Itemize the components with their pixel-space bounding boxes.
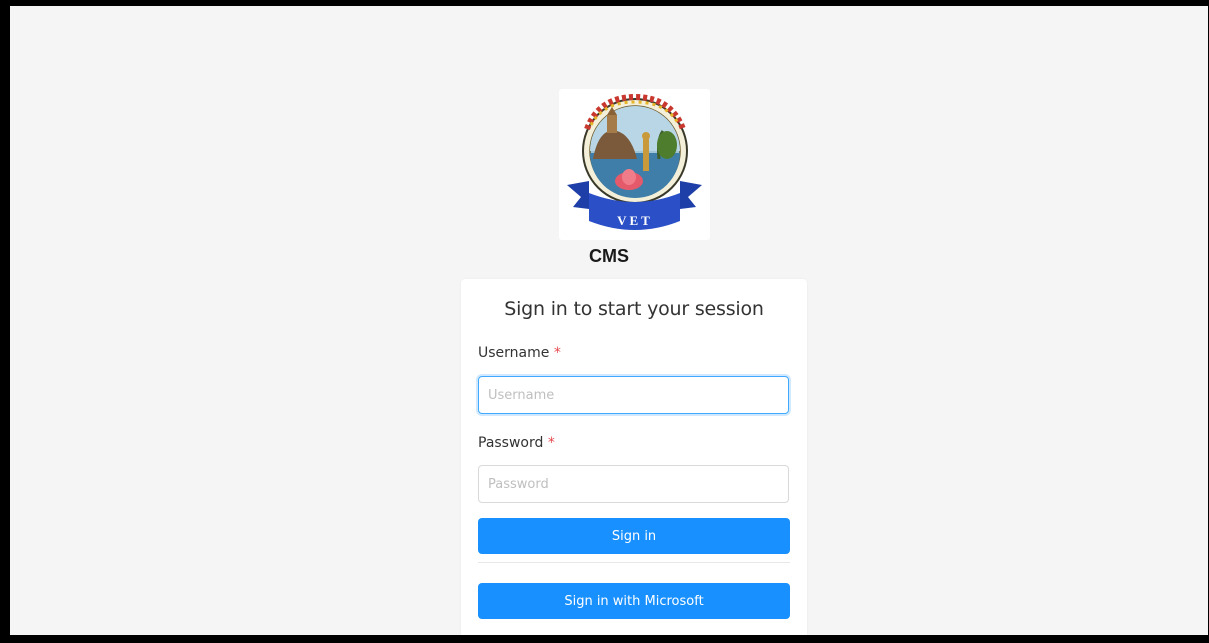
password-input[interactable] (478, 465, 789, 503)
username-label: Username * (478, 345, 561, 361)
app-name: CMS (589, 246, 629, 266)
required-mark: * (547, 435, 555, 451)
divider (478, 562, 790, 563)
microsoft-sign-in-button[interactable]: Sign in with Microsoft (478, 583, 790, 619)
username-label-text: Username (478, 345, 550, 361)
password-label: Password * (478, 435, 555, 451)
login-card: Sign in to start your session Username *… (461, 279, 807, 635)
sign-in-button[interactable]: Sign in (478, 518, 790, 554)
login-title: Sign in to start your session (504, 298, 764, 320)
vet-emblem-icon: VET (567, 93, 702, 230)
password-label-text: Password (478, 435, 544, 451)
username-input[interactable] (478, 376, 789, 414)
emblem-text: VET (617, 213, 653, 228)
logo: VET (559, 89, 710, 240)
required-mark: * (553, 345, 561, 361)
login-page: VET CMS Sign in to start your session Us… (10, 6, 1208, 635)
